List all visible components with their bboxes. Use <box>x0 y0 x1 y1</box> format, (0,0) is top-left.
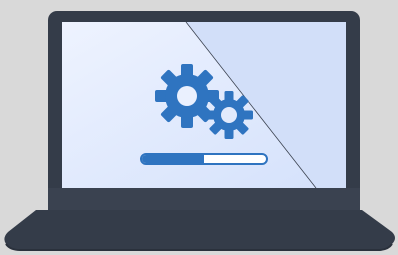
settings-gears <box>150 64 260 144</box>
laptop-hinge <box>48 188 360 210</box>
loading-progress-bar <box>140 153 268 165</box>
laptop-base <box>4 210 396 250</box>
gear-icon <box>205 91 253 139</box>
progress-fill <box>142 155 204 163</box>
illustration-canvas <box>0 0 398 255</box>
